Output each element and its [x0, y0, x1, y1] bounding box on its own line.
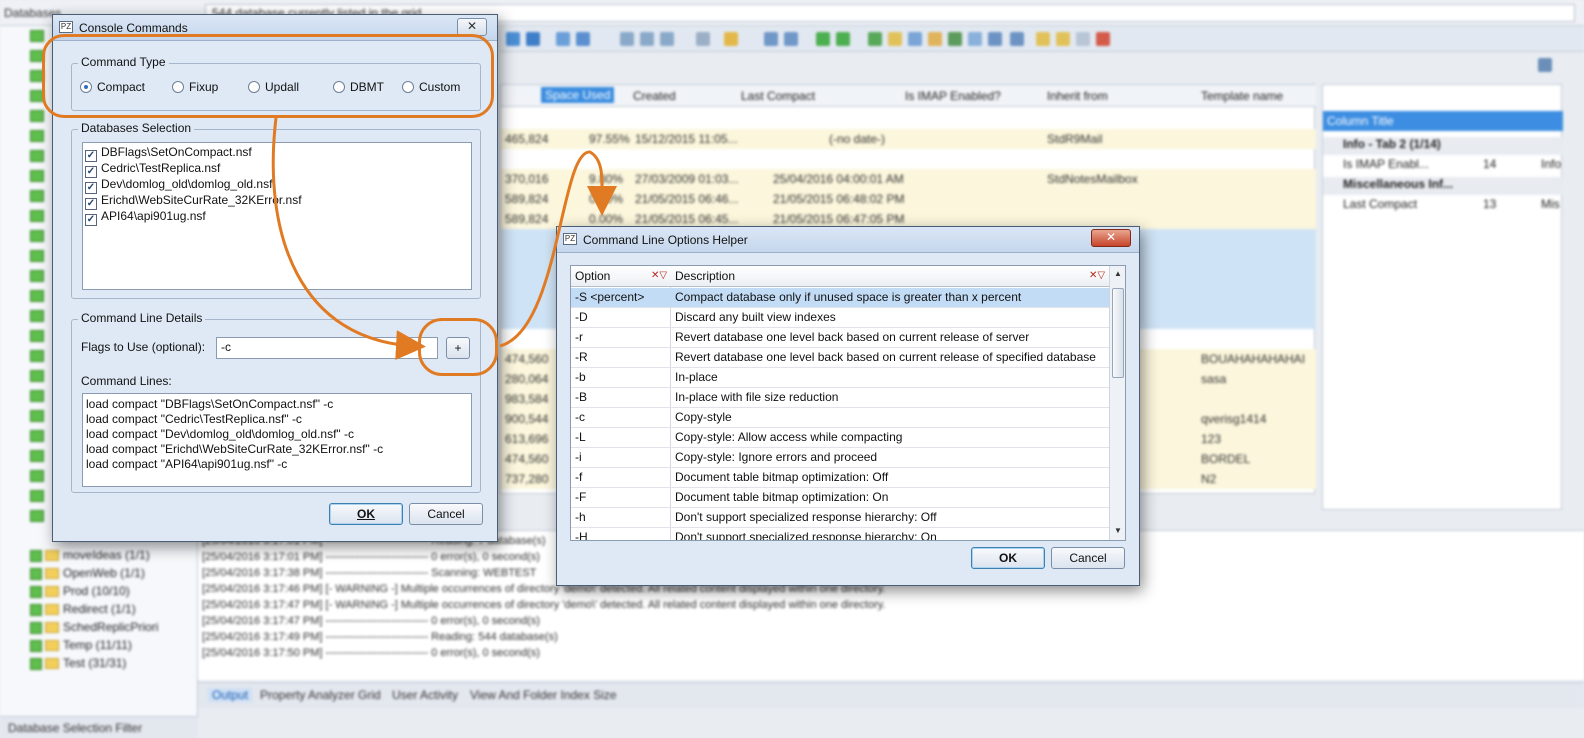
arrow-to-helper — [499, 150, 618, 348]
arrow-to-plus — [271, 117, 426, 361]
annotation-arrows — [271, 117, 618, 361]
